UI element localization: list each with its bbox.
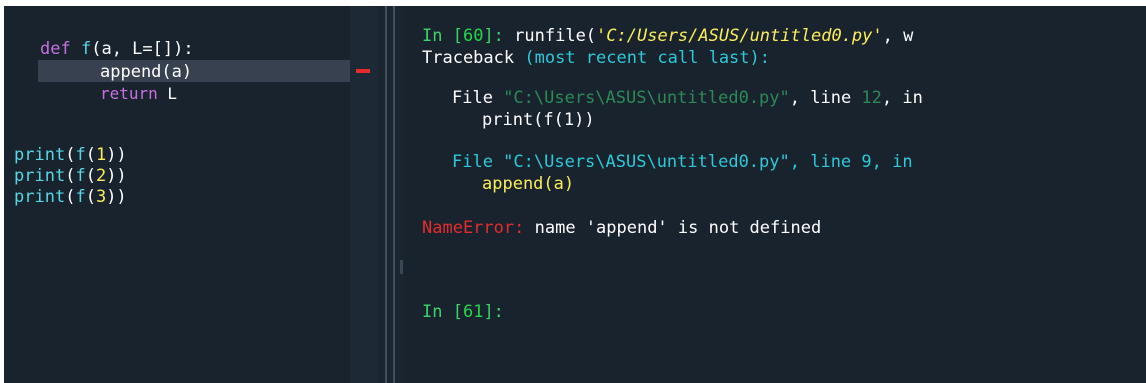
code-line-def[interactable]: def f(a, L=[]):	[40, 39, 194, 59]
console-input-60: In [60]: runfile('C:/Users/ASUS/untitled…	[422, 26, 913, 46]
prompt-number: 61	[462, 302, 484, 322]
error-message: NameError: name 'append' is not defined	[422, 218, 821, 238]
paren: ))	[106, 145, 127, 165]
append-call: append	[100, 62, 162, 82]
append-arg: (a)	[161, 62, 193, 82]
file-path: "C:\Users\ASUS\untitled0.py"	[503, 88, 790, 108]
paren: (	[85, 187, 96, 207]
error-colon: :	[514, 218, 535, 238]
editor-scrollbar-gutter[interactable]	[350, 6, 378, 383]
paren: (	[65, 145, 76, 165]
code-line-print-3[interactable]: print(f(3))	[14, 187, 127, 207]
print-fn: print	[14, 145, 66, 165]
traceback-code-2: append(a)	[482, 174, 575, 194]
paren: (	[65, 166, 76, 186]
print-fn: print	[14, 166, 66, 186]
console-input-61[interactable]: In [61]:	[422, 302, 504, 322]
code-line-return[interactable]: return L	[100, 84, 177, 104]
error-marker-icon[interactable]	[356, 69, 370, 73]
splitter-line	[385, 6, 387, 383]
error-text: name 'append' is not defined	[534, 218, 822, 238]
code-line-print-2[interactable]: print(f(2))	[14, 166, 127, 186]
code-line-print-1[interactable]: print(f(1))	[14, 145, 127, 165]
file-word: File	[452, 88, 504, 108]
number-literal: 3	[95, 187, 107, 207]
prompt-close: ]:	[483, 26, 515, 46]
prompt-label: In [	[422, 302, 463, 322]
prompt-label: In [	[422, 26, 463, 46]
number-literal: 2	[95, 166, 107, 186]
traceback-word: Traceback	[422, 48, 525, 68]
paren: ))	[106, 187, 127, 207]
runfile-path: 'C:/Users/ASUS/untitled0.py'	[596, 26, 883, 46]
ide-window: def f(a, L=[]): append(a) return L print…	[4, 6, 1146, 383]
line-word: , line	[789, 88, 862, 108]
code-line-append[interactable]: append(a)	[100, 62, 192, 82]
traceback-detail: (most recent call last):	[524, 48, 770, 68]
print-fn: print	[14, 187, 66, 207]
prompt-number: 60	[462, 26, 484, 46]
return-value: L	[157, 84, 178, 103]
current-line-highlight	[38, 60, 350, 82]
prompt-close: ]:	[483, 302, 504, 322]
console-fold-marker	[400, 260, 403, 274]
def-keyword: def	[40, 39, 71, 59]
in-word: , in	[881, 88, 923, 108]
runfile-rest: , w	[882, 26, 914, 46]
error-name: NameError	[422, 218, 515, 238]
traceback-frame-1: File "C:\Users\ASUS\untitled0.py", line …	[452, 88, 923, 108]
paren: ))	[106, 166, 127, 186]
traceback-code-1: print(f(1))	[482, 110, 595, 130]
splitter-line	[393, 6, 395, 383]
paren: (	[85, 145, 96, 165]
call-f: f	[75, 166, 86, 186]
call-f: f	[75, 145, 86, 165]
traceback-header: Traceback (most recent call last):	[422, 48, 770, 68]
code-editor[interactable]: def f(a, L=[]): append(a) return L print…	[4, 6, 350, 383]
traceback-frame-2: File "C:\Users\ASUS\untitled0.py", line …	[452, 152, 913, 172]
line-number: 12	[861, 88, 882, 108]
pane-splitter[interactable]	[378, 6, 404, 383]
number-literal: 1	[95, 145, 107, 165]
paren: (	[65, 187, 76, 207]
return-keyword: return	[100, 84, 158, 103]
runfile-call: runfile(	[514, 26, 597, 46]
paren: (	[85, 166, 96, 186]
function-name: f	[80, 39, 92, 59]
ipython-console[interactable]: In [60]: runfile('C:/Users/ASUS/untitled…	[404, 6, 1146, 383]
call-f: f	[75, 187, 86, 207]
function-params: (a, L=[]):	[91, 39, 194, 59]
